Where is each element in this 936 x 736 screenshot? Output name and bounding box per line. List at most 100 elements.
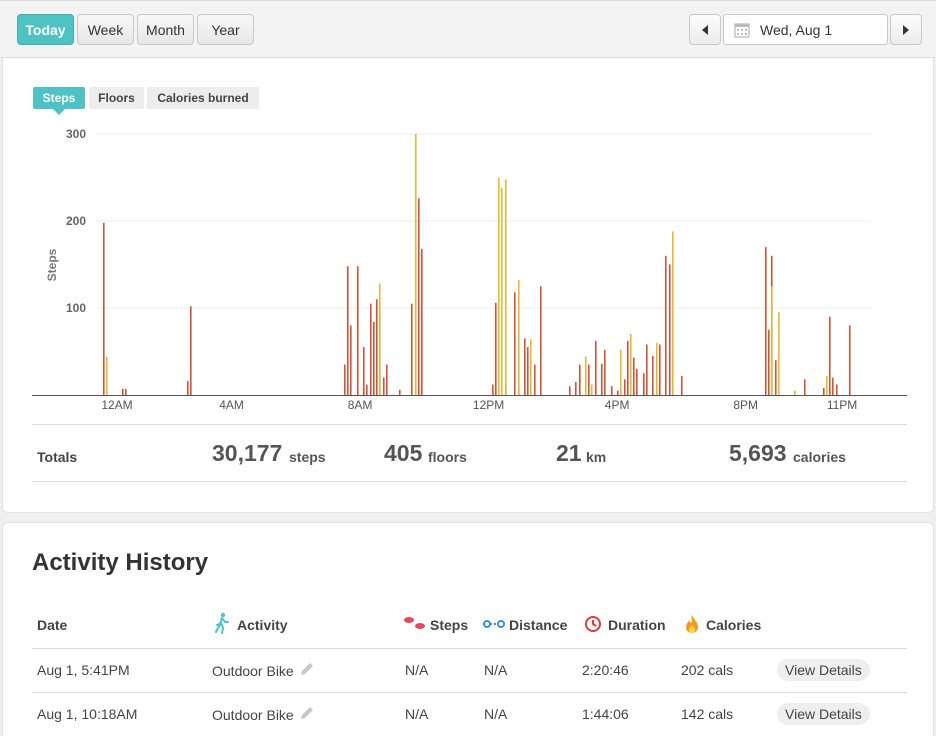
steps-bar (350, 325, 352, 395)
total-steps-unit: steps (289, 449, 326, 465)
steps-bar-chart: 100 200 300 Steps 12AM 4AM 8AM 12PM 4PM 8PM 11PM (32, 127, 907, 412)
x-tick-label: 4PM (605, 398, 630, 412)
steps-bar (771, 286, 773, 395)
clock-icon (585, 616, 601, 632)
activity-history-title: Activity History (32, 549, 209, 576)
steps-bar (411, 303, 413, 395)
column-header-steps: Steps (430, 617, 469, 633)
steps-bar (601, 363, 603, 395)
steps-bar (495, 302, 497, 395)
steps-bar (530, 339, 532, 395)
row-2-date: Aug 1, 10:18AM (37, 706, 138, 722)
edit-pencil-icon[interactable] (299, 661, 315, 677)
column-header-date: Date (37, 617, 68, 633)
total-calories-value: 5,693 (729, 440, 787, 466)
steps-bar (636, 368, 638, 395)
steps-bar (187, 381, 189, 395)
steps-bar (672, 231, 674, 395)
row-1-calories: 202 cals (681, 662, 734, 678)
row-1-date: Aug 1, 5:41PM (37, 662, 130, 678)
steps-bar (373, 321, 375, 395)
steps-bar (829, 316, 831, 395)
row-2-steps: N/A (405, 706, 429, 722)
steps-bar (363, 347, 365, 395)
row-2-activity: Outdoor Bike (212, 707, 294, 723)
steps-bar (630, 334, 632, 395)
y-tick-label: 200 (66, 214, 86, 228)
x-tick-label: 4AM (219, 398, 244, 412)
walker-icon (215, 612, 229, 634)
steps-bar (669, 264, 671, 395)
steps-bar (344, 364, 346, 395)
steps-bar (627, 341, 629, 395)
steps-bar (836, 384, 838, 395)
row-2-distance: N/A (484, 706, 508, 722)
steps-bar (376, 299, 378, 395)
steps-bar (498, 177, 500, 395)
y-tick-label: 300 (66, 127, 86, 141)
steps-bar (421, 248, 423, 395)
row-1-view-details-button[interactable]: View Details (777, 659, 870, 681)
steps-bar (190, 306, 192, 395)
steps-bar (665, 255, 667, 395)
steps-bar (620, 349, 622, 395)
steps-bar (415, 134, 417, 395)
steps-bar (804, 379, 806, 395)
flame-icon (686, 615, 698, 633)
steps-bar (826, 375, 828, 395)
steps-bar (633, 357, 635, 395)
column-header-distance: Distance (509, 617, 568, 633)
total-distance-unit: km (586, 449, 607, 465)
x-tick-label: 12PM (473, 398, 504, 412)
steps-bar (579, 364, 581, 395)
steps-bar (501, 187, 503, 395)
column-header-calories: Calories (706, 617, 762, 633)
totals-top-divider (32, 424, 907, 425)
steps-bar (681, 375, 683, 395)
steps-bar (357, 266, 359, 395)
steps-bar (604, 349, 606, 395)
total-distance-value: 21 (556, 440, 582, 466)
row-divider (32, 692, 907, 693)
row-2-view-details-button[interactable]: View Details (777, 703, 870, 725)
steps-bar (534, 364, 536, 395)
edit-pencil-icon[interactable] (299, 705, 315, 721)
steps-bar (399, 389, 401, 395)
y-tick-label: 100 (66, 301, 86, 315)
steps-bar (794, 390, 796, 395)
steps-bar (778, 312, 780, 395)
steps-bar (646, 344, 648, 395)
x-tick-label: 8PM (733, 398, 758, 412)
totals-label: Totals (37, 449, 78, 465)
steps-bar (347, 266, 349, 395)
steps-bar (366, 384, 368, 395)
totals-bottom-divider (32, 481, 907, 482)
steps-bar (656, 342, 658, 395)
steps-bar (768, 329, 770, 395)
steps-bar (849, 325, 851, 395)
steps-bar (775, 360, 777, 395)
steps-bar (492, 384, 494, 395)
steps-bar (588, 364, 590, 395)
steps-bar (611, 386, 613, 395)
steps-bar (652, 355, 654, 395)
steps-bar (125, 388, 127, 395)
total-floors-unit: floors (428, 449, 467, 465)
x-tick-label: 12AM (101, 398, 132, 412)
steps-bar (659, 344, 661, 395)
row-1-duration: 2:20:46 (582, 662, 629, 678)
row-2-duration: 1:44:06 (582, 706, 629, 722)
steps-bar (832, 377, 834, 395)
steps-bar (379, 283, 381, 395)
row-1-activity: Outdoor Bike (212, 663, 294, 679)
steps-bar (103, 222, 105, 395)
column-header-activity: Activity (237, 617, 288, 633)
row-1-steps: N/A (405, 662, 429, 678)
total-steps-value: 30,177 (212, 440, 283, 466)
steps-bar (106, 356, 108, 395)
steps-bar (595, 341, 597, 395)
steps-bar (122, 388, 124, 395)
distance-icon (483, 620, 505, 628)
steps-bar (575, 381, 577, 395)
steps-bar (505, 179, 507, 395)
